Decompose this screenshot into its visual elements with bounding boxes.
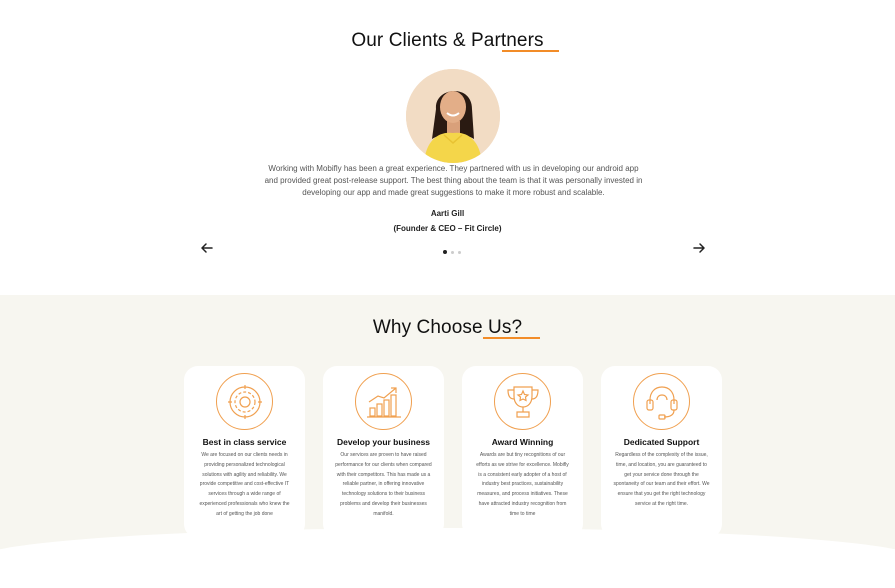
section-curve <box>0 528 895 588</box>
testimonial-name: Aarti Gill <box>430 209 465 218</box>
feature-card: Develop your business Our services are p… <box>323 366 444 538</box>
title-underline <box>502 50 559 52</box>
carousel-dots <box>443 250 461 254</box>
gear-icon <box>227 384 262 419</box>
icon-circle <box>355 373 412 430</box>
arrow-right-icon <box>693 243 705 253</box>
carousel-dot[interactable] <box>443 250 447 254</box>
title-underline <box>483 337 540 339</box>
growth-chart-icon <box>366 386 401 418</box>
carousel-dot[interactable] <box>451 250 454 254</box>
testimonial-role: (Founder & CEO – Fit Circle) <box>393 224 502 233</box>
card-text: We are focused on our clients needs in p… <box>199 452 290 517</box>
next-button[interactable] <box>692 241 706 255</box>
feature-card: Dedicated Support Regardless of the comp… <box>601 366 722 538</box>
clients-title: Our Clients & Partners <box>351 30 544 51</box>
card-title: Best in class service <box>202 437 287 447</box>
testimonial-quote: Working with Mobifly has been a great ex… <box>264 164 643 198</box>
trophy-icon <box>506 385 539 418</box>
card-title: Award Winning <box>491 437 554 447</box>
clients-section: Our Clients & Partners Working with Mobi… <box>0 0 895 295</box>
card-text: Regardless of the complexity of the issu… <box>613 452 710 507</box>
icon-circle <box>494 373 551 430</box>
why-title: Why Choose Us? <box>372 317 523 338</box>
carousel-dot[interactable] <box>458 250 461 254</box>
arrow-left-icon <box>201 243 213 253</box>
card-title: Dedicated Support <box>623 437 700 447</box>
card-text: Our services are proven to have raised p… <box>335 452 432 517</box>
prev-button[interactable] <box>200 241 214 255</box>
avatar <box>406 69 500 163</box>
feature-card: Best in class service We are focused on … <box>184 366 305 538</box>
headset-icon <box>645 385 678 420</box>
icon-circle <box>216 373 273 430</box>
card-text: Awards are but tiny recognitions of our … <box>476 452 569 517</box>
card-title: Develop your business <box>336 437 431 447</box>
icon-circle <box>633 373 690 430</box>
feature-card: Award Winning Awards are but tiny recogn… <box>462 366 583 538</box>
